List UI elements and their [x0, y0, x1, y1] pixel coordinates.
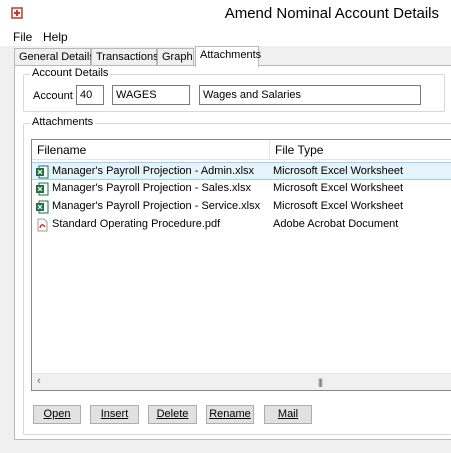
account-details-group: Account Details Account 40 WAGES Wages a…	[23, 67, 445, 112]
menu-bar: File Help	[0, 28, 451, 46]
horizontal-scrollbar[interactable]: ‹ |||	[32, 373, 451, 390]
list-item-file-type: Microsoft Excel Worksheet	[273, 182, 404, 194]
list-item-file-type: Adobe Acrobat Document	[273, 218, 399, 230]
account-label: Account	[33, 90, 73, 102]
column-header-file-type[interactable]: File Type	[270, 140, 451, 160]
app-icon	[11, 7, 23, 19]
list-item[interactable]: Manager's Payroll Projection - Service.x…	[32, 198, 451, 216]
window-title: Amend Nominal Account Details	[224, 5, 439, 22]
insert-button[interactable]: Insert	[90, 405, 139, 424]
attachments-tab-panel: Account Details Account 40 WAGES Wages a…	[14, 65, 451, 440]
title-bar: Amend Nominal Account Details	[0, 0, 451, 28]
tab-graph[interactable]: Graph	[157, 48, 194, 66]
scrollbar-thumb-grip-icon[interactable]: |||	[318, 377, 323, 387]
excel-icon	[36, 165, 49, 179]
list-item[interactable]: Manager's Payroll Projection - Admin.xls…	[32, 162, 451, 180]
list-header: Filename File Type	[32, 140, 451, 160]
attachments-list[interactable]: Filename File Type Manager's Payroll Pro…	[31, 139, 451, 391]
excel-icon	[36, 200, 49, 214]
excel-icon	[36, 182, 49, 196]
list-item[interactable]: Standard Operating Procedure.pdf Adobe A…	[32, 216, 451, 234]
menu-file[interactable]: File	[11, 30, 34, 44]
tab-transactions[interactable]: Transactions	[91, 48, 159, 66]
tab-attachments[interactable]: Attachments	[195, 46, 261, 67]
attachments-group-label: Attachments	[30, 116, 96, 128]
account-code-field[interactable]: WAGES	[112, 85, 190, 105]
open-button[interactable]: Open	[33, 405, 81, 424]
tab-general-details[interactable]: General Details	[14, 48, 95, 66]
rename-button[interactable]: Rename	[206, 405, 254, 424]
menu-help[interactable]: Help	[41, 30, 70, 44]
list-item[interactable]: Manager's Payroll Projection - Sales.xls…	[32, 180, 451, 198]
list-item-filename: Manager's Payroll Projection - Sales.xls…	[52, 182, 251, 194]
account-name-field[interactable]: Wages and Salaries	[199, 85, 421, 105]
list-item-file-type: Microsoft Excel Worksheet	[273, 165, 404, 177]
attachments-group: Attachments Filename File Type Manager's…	[23, 116, 451, 435]
mail-button[interactable]: Mail	[264, 405, 312, 424]
account-details-group-label: Account Details	[30, 67, 111, 79]
list-item-filename: Standard Operating Procedure.pdf	[52, 218, 221, 230]
scroll-left-arrow-icon[interactable]: ‹	[37, 375, 41, 387]
list-item-file-type: Microsoft Excel Worksheet	[273, 200, 404, 212]
list-item-filename: Manager's Payroll Projection - Service.x…	[52, 200, 261, 212]
list-item-filename: Manager's Payroll Projection - Admin.xls…	[52, 165, 255, 177]
account-number-field[interactable]: 40	[76, 85, 104, 105]
column-header-filename[interactable]: Filename	[32, 140, 270, 160]
delete-button[interactable]: Delete	[148, 405, 197, 424]
pdf-icon	[37, 218, 48, 232]
